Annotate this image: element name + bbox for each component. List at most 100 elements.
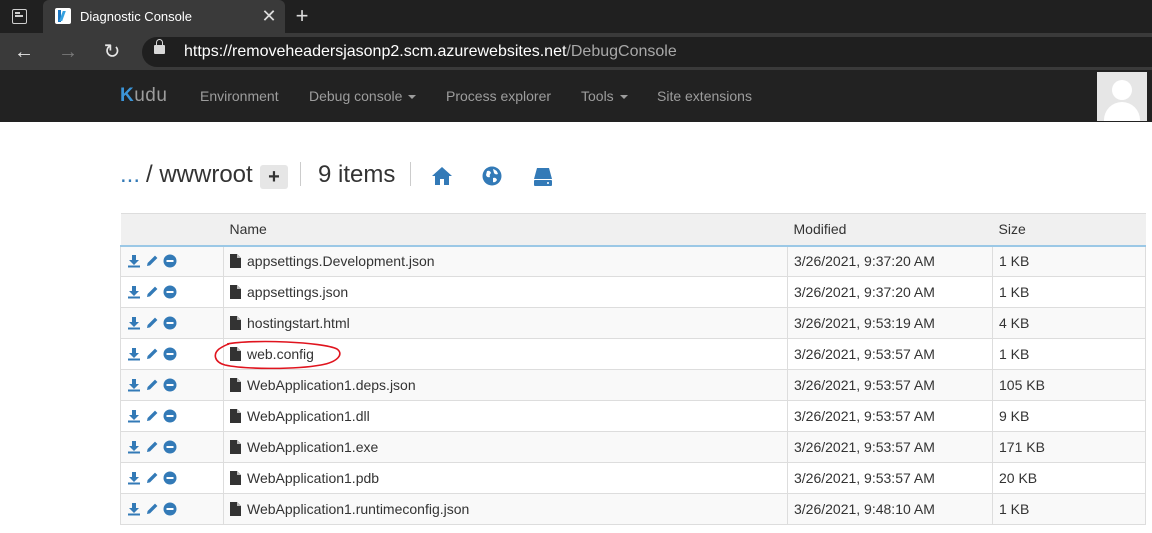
nav-tools[interactable]: Tools: [581, 88, 628, 104]
browser-tab-bar: Diagnostic Console ✕ +: [0, 0, 1152, 33]
window-menu-icon[interactable]: [12, 9, 27, 24]
modified-cell: 3/26/2021, 9:53:57 AM: [787, 462, 993, 494]
edit-pencil-icon[interactable]: [145, 502, 159, 516]
row-action-icons: [127, 440, 223, 454]
modified-cell: 3/26/2021, 9:53:57 AM: [787, 431, 993, 463]
edit-pencil-icon[interactable]: [145, 409, 159, 423]
kudu-navbar: Kudu Environment Debug console Process e…: [0, 70, 1152, 122]
modified-column-header[interactable]: Modified: [787, 213, 993, 247]
actions-column-header: [120, 213, 224, 247]
file-name-cell[interactable]: WebApplication1.runtimeconfig.json: [223, 493, 788, 525]
row-action-icons: [127, 409, 223, 423]
edit-pencil-icon[interactable]: [145, 316, 159, 330]
nav-process-explorer[interactable]: Process explorer: [446, 88, 551, 104]
delete-minus-icon[interactable]: [163, 254, 177, 268]
table-row: WebApplication1.deps.json 3/26/2021, 9:53…: [120, 369, 1146, 401]
edit-pencil-icon[interactable]: [145, 378, 159, 392]
delete-minus-icon[interactable]: [163, 502, 177, 516]
file-name-cell[interactable]: appsettings.Development.json: [223, 245, 788, 277]
file-name[interactable]: WebApplication1.runtimeconfig.json: [247, 501, 469, 517]
lock-icon[interactable]: [154, 39, 165, 54]
edit-pencil-icon[interactable]: [145, 347, 159, 361]
back-arrow-icon[interactable]: ←: [11, 39, 37, 65]
row-action-icons: [127, 347, 223, 361]
download-icon[interactable]: [127, 409, 141, 423]
file-icon: [230, 316, 241, 330]
home-icon[interactable]: [431, 165, 453, 187]
name-column-header[interactable]: Name: [223, 213, 788, 247]
breadcrumb-parent-link[interactable]: ...: [120, 161, 140, 189]
file-name[interactable]: appsettings.json: [247, 284, 348, 300]
url-field[interactable]: https://removeheadersjasonp2.scm.azurewe…: [142, 37, 1152, 67]
item-count: 9 items: [318, 161, 396, 188]
download-icon[interactable]: [127, 316, 141, 330]
file-name-cell[interactable]: WebApplication1.dll: [223, 400, 788, 432]
file-name-cell[interactable]: appsettings.json: [223, 276, 788, 308]
download-icon[interactable]: [127, 502, 141, 516]
file-name[interactable]: WebApplication1.pdb: [247, 470, 379, 486]
size-column-header[interactable]: Size: [992, 213, 1146, 247]
row-actions: [120, 400, 224, 432]
table-row: WebApplication1.exe 3/26/2021, 9:53:57 AM…: [120, 431, 1146, 463]
avatar-head: [1112, 80, 1132, 100]
download-icon[interactable]: [127, 378, 141, 392]
close-tab-icon[interactable]: ✕: [258, 5, 280, 27]
table-row: appsettings.json 3/26/2021, 9:37:20 AM 1 K…: [120, 276, 1146, 308]
table-row: WebApplication1.runtimeconfig.json 3/26/2…: [120, 493, 1146, 525]
nav-site-extensions[interactable]: Site extensions: [657, 88, 752, 104]
file-name[interactable]: WebApplication1.exe: [247, 439, 378, 455]
file-name[interactable]: appsettings.Development.json: [247, 253, 435, 269]
file-name-cell[interactable]: WebApplication1.deps.json: [223, 369, 788, 401]
file-name[interactable]: web.config: [247, 346, 314, 362]
kudu-logo[interactable]: Kudu: [120, 85, 167, 107]
nav-environment[interactable]: Environment: [200, 88, 279, 104]
file-icon: [230, 285, 241, 299]
row-action-icons: [127, 254, 223, 268]
file-name-cell[interactable]: WebApplication1.pdb: [223, 462, 788, 494]
file-name-cell[interactable]: WebApplication1.exe: [223, 431, 788, 463]
download-icon[interactable]: [127, 254, 141, 268]
download-icon[interactable]: [127, 347, 141, 361]
drive-icon[interactable]: [532, 165, 554, 187]
delete-minus-icon[interactable]: [163, 347, 177, 361]
globe-icon[interactable]: [481, 165, 503, 187]
nav-debug-console[interactable]: Debug console: [309, 88, 417, 104]
edit-pencil-icon[interactable]: [145, 471, 159, 485]
size-cell: 1 KB: [992, 245, 1146, 277]
delete-minus-icon[interactable]: [163, 440, 177, 454]
file-name[interactable]: WebApplication1.dll: [247, 408, 370, 424]
download-icon[interactable]: [127, 471, 141, 485]
file-name[interactable]: WebApplication1.deps.json: [247, 377, 416, 393]
file-rows: appsettings.Development.json 3/26/2021, 9…: [120, 245, 1146, 525]
edit-pencil-icon[interactable]: [145, 285, 159, 299]
reload-icon[interactable]: ↻: [99, 39, 125, 65]
row-actions: [120, 245, 224, 277]
file-name[interactable]: hostingstart.html: [247, 315, 350, 331]
edit-pencil-icon[interactable]: [145, 440, 159, 454]
delete-minus-icon[interactable]: [163, 285, 177, 299]
forward-arrow-icon[interactable]: →: [55, 39, 81, 65]
download-icon[interactable]: [127, 440, 141, 454]
modified-cell: 3/26/2021, 9:37:20 AM: [787, 245, 993, 277]
delete-minus-icon[interactable]: [163, 316, 177, 330]
download-icon[interactable]: [127, 285, 141, 299]
delete-minus-icon[interactable]: [163, 409, 177, 423]
delete-minus-icon[interactable]: [163, 471, 177, 485]
caret-down-icon: [408, 95, 417, 100]
table-header-row: Name Modified Size: [120, 213, 1146, 247]
new-tab-button[interactable]: +: [291, 5, 313, 27]
table-row: web.config 3/26/2021, 9:53:57 AM 1 KB: [120, 338, 1146, 370]
modified-cell: 3/26/2021, 9:53:57 AM: [787, 369, 993, 401]
user-avatar[interactable]: [1097, 72, 1147, 121]
row-actions: [120, 276, 224, 308]
file-icon: [230, 347, 241, 361]
edit-pencil-icon[interactable]: [145, 254, 159, 268]
caret-down-icon: [619, 95, 628, 100]
delete-minus-icon[interactable]: [163, 378, 177, 392]
file-name-cell[interactable]: web.config: [223, 338, 788, 370]
row-action-icons: [127, 285, 223, 299]
row-actions: [120, 369, 224, 401]
file-name-cell[interactable]: hostingstart.html: [223, 307, 788, 339]
browser-tab[interactable]: Diagnostic Console ✕: [43, 0, 285, 33]
add-item-button[interactable]: +: [260, 165, 288, 189]
